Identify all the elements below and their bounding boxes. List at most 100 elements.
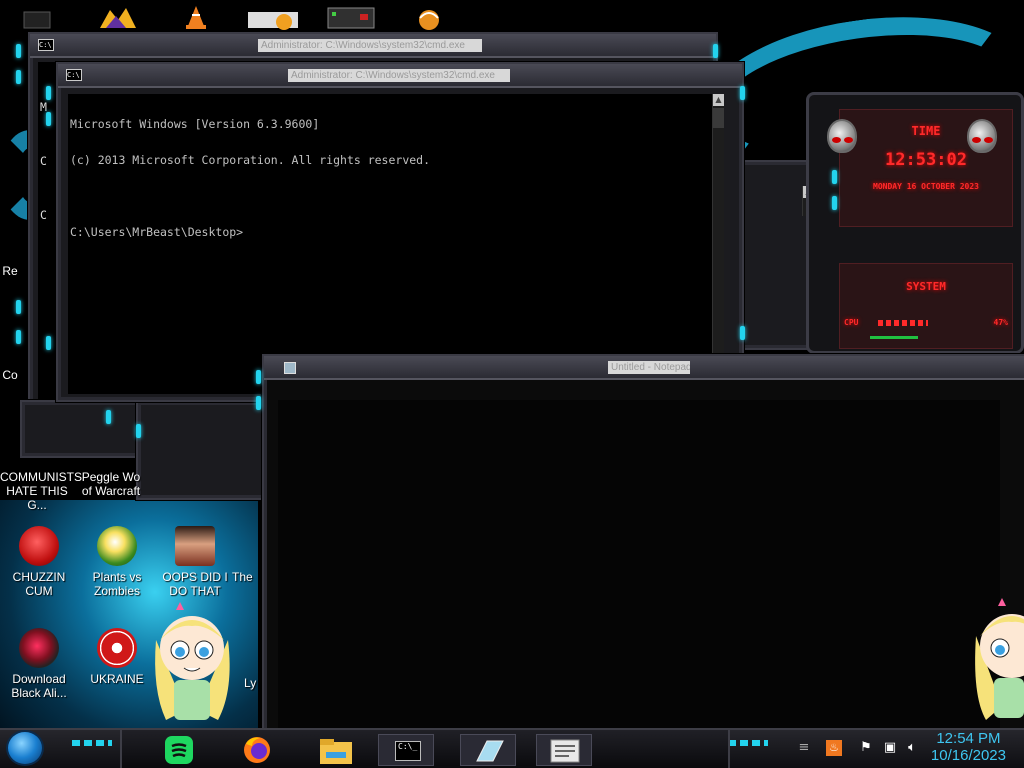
cartoon-character-image — [972, 596, 1024, 726]
frame-light — [16, 70, 21, 84]
taskbar-app-button[interactable] — [460, 734, 516, 766]
frame-light — [16, 44, 21, 58]
desktop-icon-partial[interactable]: The — [232, 570, 258, 584]
cpu-meter-green — [870, 336, 918, 339]
alien-orb-icon — [19, 628, 59, 668]
desktop-icon-partial[interactable]: Co — [0, 368, 22, 382]
window-titlebar[interactable]: C:\ Administrator: C:\Windows\system32\c… — [30, 34, 716, 58]
window-frame-small[interactable] — [20, 400, 140, 458]
desktop-icon-label: COMMUNISTS — [0, 470, 82, 484]
window-titlebar[interactable]: Untitled - Notepad — [264, 356, 1024, 380]
window-title: Administrator: C:\Windows\system32\cmd.e… — [258, 39, 482, 52]
window-title: Administrator: C:\Windows\system32\cmd.e… — [288, 69, 510, 82]
system-panel: SYSTEM CPU 47% — [839, 263, 1013, 349]
frame-light — [740, 86, 745, 100]
console-prompt: C:\Users\MrBeast\Desktop> — [70, 225, 244, 239]
cpu-bar — [878, 320, 928, 326]
chuzzle-icon — [19, 526, 59, 566]
vlc-icon[interactable] — [184, 4, 208, 30]
clock-date: 10/16/2023 — [930, 747, 1006, 764]
frame-light — [740, 326, 745, 340]
desktop-icon[interactable]: Peggle Wo of Warcraft — [74, 470, 148, 498]
taskbar-cmd-button[interactable]: C:\_ — [378, 734, 434, 766]
desktop-icon-partial[interactable]: Re — [0, 264, 22, 278]
scroll-thumb[interactable] — [713, 108, 724, 128]
volume-icon[interactable]: 🔈︎ — [904, 740, 920, 756]
desktop-icon-label: Ly — [244, 676, 257, 690]
tray-arrow-icon[interactable]: ≡ — [796, 740, 812, 756]
frame-light — [136, 424, 141, 438]
desktop-icon[interactable]: UKRAINE — [80, 628, 154, 686]
portrait-icon — [175, 526, 215, 566]
frame-light — [46, 86, 51, 100]
console-output[interactable]: Microsoft Windows [Version 6.3.9600] (c)… — [68, 94, 716, 394]
cpu-value: 47% — [993, 318, 1008, 327]
alien-eye-icon — [972, 137, 981, 143]
desktop-icon[interactable]: OOPS DID I DO THAT — [158, 526, 232, 598]
alien-eye-icon — [844, 137, 853, 143]
action-center-flag-icon[interactable]: ⚑ — [858, 740, 874, 756]
cartoon-character-image — [146, 600, 238, 728]
frame-light — [832, 170, 837, 184]
scroll-up-icon[interactable]: ▲ — [713, 94, 724, 106]
top-app-icon[interactable] — [20, 4, 56, 30]
date-value: MONDAY 16 OCTOBER 2023 — [873, 182, 979, 191]
frame-light — [256, 370, 261, 384]
network-icon[interactable]: ▣ — [882, 740, 898, 756]
taskbar-light-strip — [728, 740, 768, 746]
console-scrollbar[interactable]: ▲ — [712, 94, 724, 394]
desktop-icon-label: UKRAINE — [90, 672, 144, 686]
desktop-icon-label: Peggle Wo — [81, 470, 141, 484]
alien-eye-icon — [832, 137, 841, 143]
desktop-icon-label: CUM — [25, 584, 53, 598]
window-titlebar[interactable]: C:\ Administrator: C:\Windows\system32\c… — [58, 64, 742, 88]
desktop-icon-label: Plants vs — [92, 570, 142, 584]
desktop-icon-label: Download — [12, 672, 66, 686]
desktop-icon-label: CHUZZIN — [12, 570, 66, 584]
frame-light — [46, 336, 51, 350]
alien-head-icon — [827, 119, 857, 153]
desktop-icon-label: The — [232, 570, 253, 584]
top-app-icon[interactable] — [414, 4, 444, 30]
console-line: Microsoft Windows [Version 6.3.9600] — [70, 117, 320, 131]
desktop-icon[interactable]: Download Black Ali... — [2, 628, 76, 700]
desktop-icon-label: DO THAT — [169, 584, 221, 598]
console-line: (c) 2013 Microsoft Corporation. All righ… — [70, 153, 431, 167]
cmd-window-front[interactable]: C:\ Administrator: C:\Windows\system32\c… — [56, 62, 744, 402]
cpu-label: CPU — [844, 318, 859, 327]
desktop-icon-label: OOPS DID I — [162, 570, 228, 584]
frame-light — [16, 330, 21, 344]
desktop-icon[interactable]: CHUZZIN CUM — [2, 526, 76, 598]
frame-light — [46, 112, 51, 126]
top-app-icon[interactable] — [96, 4, 140, 30]
dark-window[interactable]: Untitled - Notepad — [262, 354, 1024, 734]
desktop-icon-label: of Warcraft — [81, 484, 141, 498]
desktop-icon[interactable]: Plants vs Zombies — [80, 526, 154, 598]
desktop-icon-label: Re — [2, 264, 18, 278]
cmd-icon: C:\_ — [395, 741, 421, 761]
alien-gadget[interactable]: TIME 12:53:02 MONDAY 16 OCTOBER 2023 SYS… — [806, 92, 1024, 354]
top-app-icon[interactable] — [248, 4, 298, 30]
window-frame-small[interactable] — [136, 400, 266, 500]
alien-eye-icon — [984, 137, 993, 143]
java-icon[interactable]: ♨ — [826, 740, 842, 756]
time-value: 12:53:02 — [885, 150, 967, 170]
desktop-icon-partial[interactable]: Ly — [244, 676, 260, 690]
window-title: Untitled - Notepad — [608, 361, 690, 374]
frame-light — [832, 196, 837, 210]
taskbar-clock[interactable]: 12:54 PM 10/16/2023 — [931, 730, 1006, 764]
desktop-icon[interactable]: COMMUNISTS HATE THIS G... — [0, 470, 82, 512]
frame-light — [256, 396, 261, 410]
start-button[interactable] — [6, 730, 44, 766]
cmd-window-icon: C:\ — [38, 39, 54, 51]
spotify-icon[interactable] — [162, 734, 196, 766]
window-content-area[interactable] — [278, 400, 1000, 732]
desktop-icon-label: Zombies — [93, 584, 140, 598]
frame-light — [713, 44, 718, 58]
frame-light — [16, 300, 21, 314]
file-explorer-icon[interactable] — [318, 734, 354, 766]
cmd-window-icon: C:\ — [66, 69, 82, 81]
top-app-icon[interactable] — [326, 4, 376, 30]
firefox-icon[interactable] — [240, 734, 274, 766]
taskbar-notepad-button[interactable] — [536, 734, 592, 766]
